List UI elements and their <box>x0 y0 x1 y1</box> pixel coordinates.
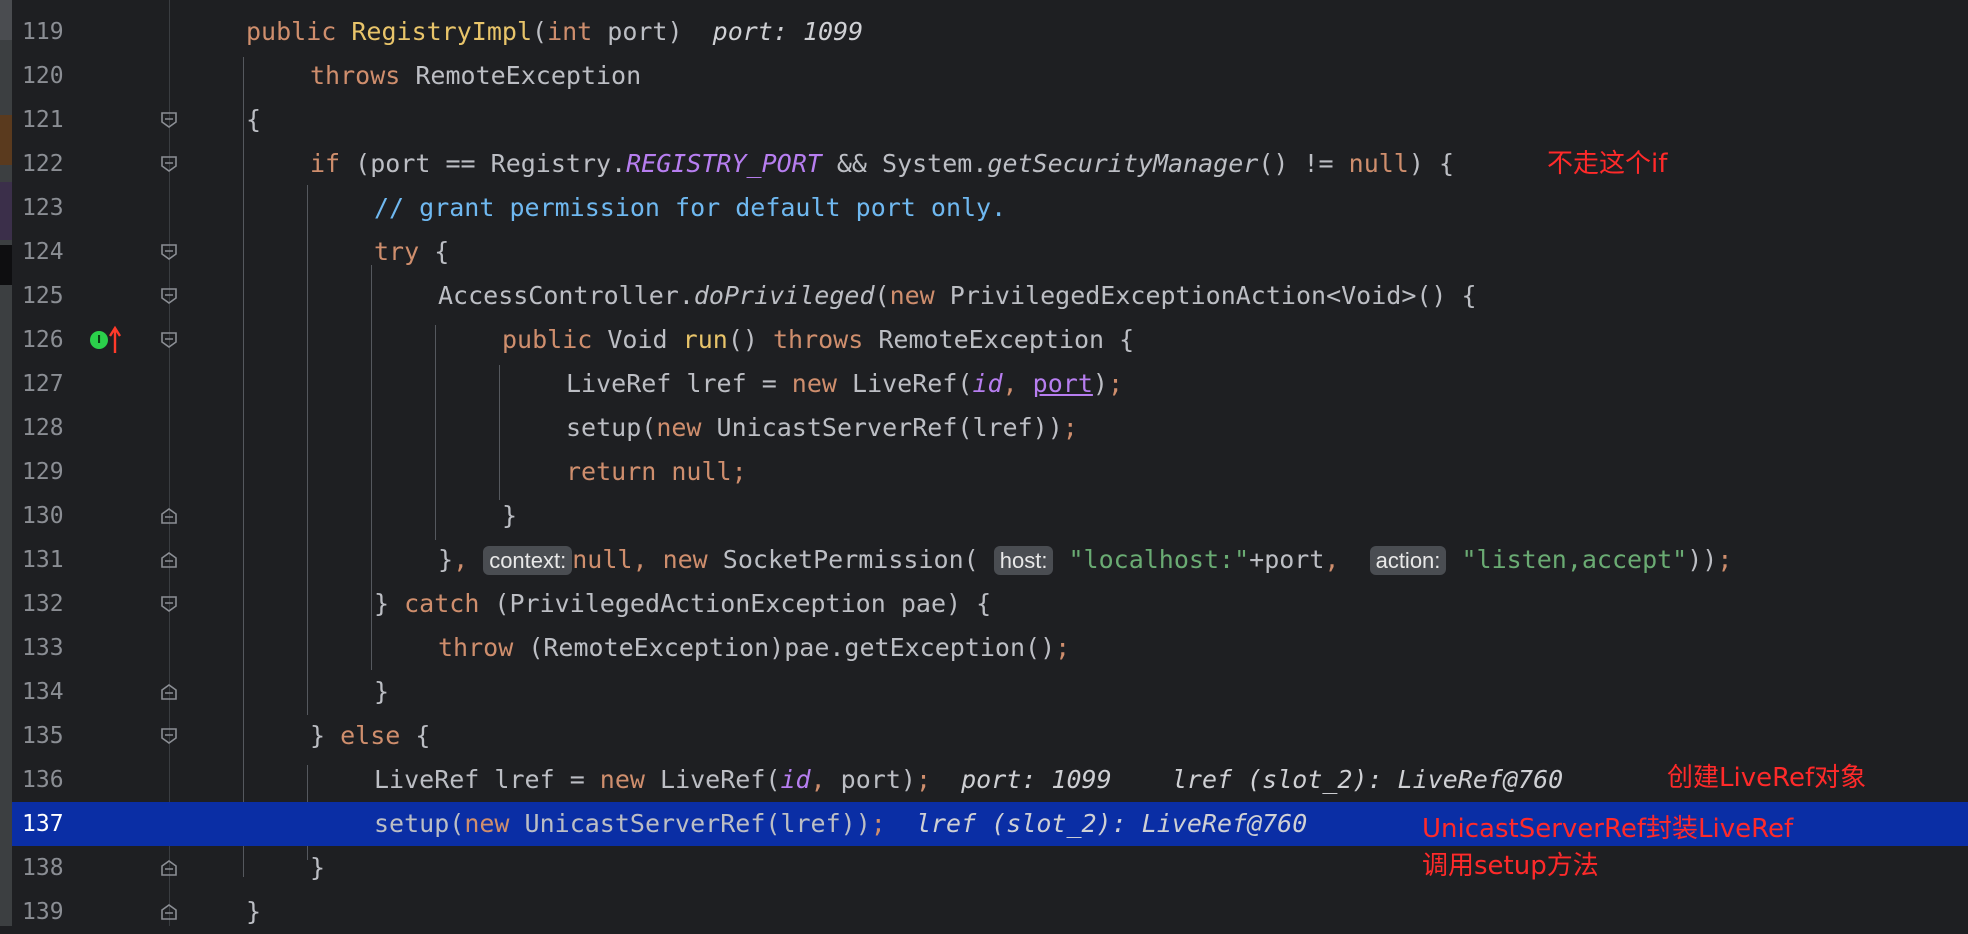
annotation-create-liveref: 创建LiveRef对象 <box>1667 763 1867 793</box>
line-number: 134 <box>22 679 64 705</box>
code-line-133[interactable]: 133 throw (RemoteException)pae.getExcept… <box>12 626 1968 670</box>
annotation-unicast-wrap: UnicastServerRef封装LiveRef <box>1422 814 1794 844</box>
debug-inline-value: port: 1099 <box>961 765 1112 794</box>
code-text: }, context: null, new SocketPermission( h… <box>438 545 1733 575</box>
code-text: setup(new UnicastServerRef(lref)); <box>566 413 1078 442</box>
annotation-not-taken: 不走这个if <box>1547 149 1668 179</box>
code-line-119[interactable]: 119 public RegistryImpl(int port) port: … <box>12 10 1968 54</box>
fold-end-icon[interactable] <box>159 506 179 526</box>
code-line-138[interactable]: 138 } <box>12 846 1968 890</box>
code-line-135[interactable]: 135 } else { <box>12 714 1968 758</box>
code-text: public Void run() throws RemoteException… <box>502 325 1135 354</box>
fold-open-icon[interactable] <box>159 154 179 174</box>
code-text: } <box>310 853 326 882</box>
code-line-125[interactable]: 125 AccessController.doPrivileged(new Pr… <box>12 274 1968 318</box>
debug-inline-value: lref (slot_2): LiveRef@760 <box>915 809 1308 838</box>
override-arrow-icon[interactable] <box>109 325 121 355</box>
code-line-130[interactable]: 130 } <box>12 494 1968 538</box>
code-line-123[interactable]: 123 // grant permission for default port… <box>12 186 1968 230</box>
line-number: 127 <box>22 371 64 397</box>
fold-open-icon[interactable] <box>159 110 179 130</box>
code-text: public RegistryImpl(int port) port: 1099 <box>246 17 864 46</box>
fold-open-icon[interactable] <box>159 330 179 350</box>
code-line-131[interactable]: 131 }, context: null, new SocketPermissio… <box>12 538 1968 582</box>
param-hint-context: context: <box>483 546 573 575</box>
code-text: LiveRef lref = new LiveRef(id, port); po… <box>374 765 1564 794</box>
line-number: 128 <box>22 415 64 441</box>
param-hint-host: host: <box>993 546 1054 575</box>
code-text: } else { <box>310 721 431 750</box>
left-tool-strip <box>0 0 12 926</box>
code-text: throw (RemoteException)pae.getException(… <box>438 633 1071 662</box>
line-number: 126 <box>22 327 64 353</box>
line-number: 124 <box>22 239 64 265</box>
code-line-120[interactable]: 120 throws RemoteException <box>12 54 1968 98</box>
code-text: } <box>246 897 262 926</box>
implementation-icon[interactable]: I <box>90 331 108 349</box>
code-editor[interactable]: 119 public RegistryImpl(int port) port: … <box>12 0 1968 926</box>
line-number: 131 <box>22 547 64 573</box>
code-text: AccessController.doPrivileged(new Privil… <box>438 281 1477 310</box>
code-text: setup(new UnicastServerRef(lref)); lref … <box>374 809 1308 838</box>
fold-end-icon[interactable] <box>159 858 179 878</box>
line-number: 130 <box>22 503 64 529</box>
line-number: 129 <box>22 459 64 485</box>
fold-end-icon[interactable] <box>159 682 179 702</box>
code-line-134[interactable]: 134 } <box>12 670 1968 714</box>
code-line-132[interactable]: 132 } catch (PrivilegedActionException p… <box>12 582 1968 626</box>
code-line-137-current[interactable]: 137 setup(new UnicastServerRef(lref)); l… <box>12 802 1968 846</box>
code-text: return null; <box>566 457 747 486</box>
fold-end-icon[interactable] <box>159 902 179 922</box>
line-number: 120 <box>22 63 64 89</box>
code-text: throws RemoteException <box>310 61 642 90</box>
code-text: } catch (PrivilegedActionException pae) … <box>374 589 992 618</box>
line-number: 137 <box>22 811 64 837</box>
line-number: 121 <box>22 107 64 133</box>
fold-open-icon[interactable] <box>159 726 179 746</box>
code-line-128[interactable]: 128 setup(new UnicastServerRef(lref)); <box>12 406 1968 450</box>
line-number: 132 <box>22 591 64 617</box>
code-text: } <box>374 677 390 706</box>
code-text: } <box>502 501 518 530</box>
line-number: 136 <box>22 767 64 793</box>
line-number: 119 <box>22 19 64 45</box>
code-text: if (port == Registry.REGISTRY_PORT && Sy… <box>310 149 1455 178</box>
code-line-124[interactable]: 124 try { <box>12 230 1968 274</box>
line-number: 123 <box>22 195 64 221</box>
line-number: 125 <box>22 283 64 309</box>
line-number: 138 <box>22 855 64 881</box>
debug-inline-value: port: 1099 <box>712 17 864 46</box>
fold-open-icon[interactable] <box>159 594 179 614</box>
code-line-127[interactable]: 127 LiveRef lref = new LiveRef(id, port)… <box>12 362 1968 406</box>
line-number: 135 <box>22 723 64 749</box>
code-line-136[interactable]: 136 LiveRef lref = new LiveRef(id, port)… <box>12 758 1968 802</box>
code-text: { <box>246 105 262 134</box>
param-hint-action: action: <box>1369 546 1447 575</box>
code-comment: // grant permission for default port onl… <box>374 193 1007 222</box>
debug-inline-value: lref (slot_2): LiveRef@760 <box>1171 765 1564 794</box>
code-line-126[interactable]: 126 I public Void run() throws RemoteExc… <box>12 318 1968 362</box>
code-text: LiveRef lref = new LiveRef(id, port); <box>566 369 1124 398</box>
code-line-122[interactable]: 122 if (port == Registry.REGISTRY_PORT &… <box>12 142 1968 186</box>
line-number: 139 <box>22 899 64 925</box>
code-line-129[interactable]: 129 return null; <box>12 450 1968 494</box>
fold-open-icon[interactable] <box>159 242 179 262</box>
code-line-121[interactable]: 121 { <box>12 98 1968 142</box>
line-number: 133 <box>22 635 64 661</box>
fold-open-icon[interactable] <box>159 286 179 306</box>
code-text: try { <box>374 237 450 266</box>
fold-end-icon[interactable] <box>159 550 179 570</box>
line-number: 122 <box>22 151 64 177</box>
code-line-139[interactable]: 139 } <box>12 890 1968 934</box>
